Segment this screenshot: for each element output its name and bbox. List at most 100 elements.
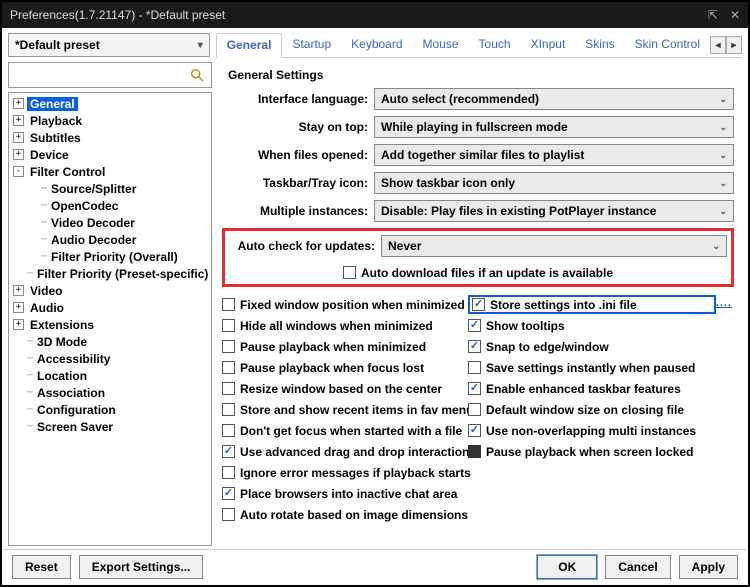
checkbox-pause-playback-when-minimized[interactable]: Pause playback when minimized xyxy=(222,337,462,356)
tree-toggle-icon[interactable]: + xyxy=(13,285,24,296)
tree-label: Location xyxy=(34,369,90,383)
label-stay-on-top: Stay on top: xyxy=(222,120,374,134)
tab-touch[interactable]: Touch xyxy=(469,33,521,56)
checkbox-box xyxy=(222,340,235,353)
tree-item-playback[interactable]: +Playback xyxy=(9,112,211,129)
tree-item-accessibility[interactable]: ⋯Accessibility xyxy=(9,350,211,367)
ok-button[interactable]: OK xyxy=(537,555,597,579)
tree-item-opencodec[interactable]: ⋯OpenCodec xyxy=(9,197,211,214)
combo-auto-check[interactable]: Never⌄ xyxy=(381,235,727,257)
tab-mouse[interactable]: Mouse xyxy=(413,33,469,56)
checkbox-fixed-window-position-when-minimized[interactable]: Fixed window position when minimized xyxy=(222,295,462,314)
checkbox-ignore-error-messages-if-playback-starts[interactable]: Ignore error messages if playback starts xyxy=(222,463,462,482)
checkbox-enable-enhanced-taskbar-features[interactable]: Enable enhanced taskbar features xyxy=(468,379,716,398)
tree-item-extensions[interactable]: +Extensions xyxy=(9,316,211,333)
checkbox-store-and-show-recent-items-in-fav-menu[interactable]: Store and show recent items in fav menu xyxy=(222,400,462,419)
combo-multiple-instances[interactable]: Disable: Play files in existing PotPlaye… xyxy=(374,200,734,222)
cancel-button[interactable]: Cancel xyxy=(605,555,670,579)
checkbox-store-settings-into-ini-file[interactable]: Store settings into .ini file xyxy=(468,295,716,314)
combo-interface-language[interactable]: Auto select (recommended)⌄ xyxy=(374,88,734,110)
checkbox-box xyxy=(472,298,485,311)
tab-skins[interactable]: Skins xyxy=(575,33,624,56)
tree-item-filter-priority-overall-[interactable]: ⋯Filter Priority (Overall) xyxy=(9,248,211,265)
tab-bar: GeneralStartupKeyboardMouseTouchXInputSk… xyxy=(216,32,742,58)
tree-item-configuration[interactable]: ⋯Configuration xyxy=(9,401,211,418)
checkbox-place-browsers-into-inactive-chat-area[interactable]: Place browsers into inactive chat area xyxy=(222,484,462,503)
tree-toggle-icon[interactable]: + xyxy=(13,98,24,109)
tree-toggle-icon[interactable]: - xyxy=(13,166,24,177)
tabs-scroll-left[interactable]: ◄ xyxy=(710,36,726,54)
export-settings-button[interactable]: Export Settings... xyxy=(79,555,204,579)
checkbox-label: Enable enhanced taskbar features xyxy=(486,382,681,396)
combo-taskbar-icon[interactable]: Show taskbar icon only⌄ xyxy=(374,172,734,194)
tree-label: Configuration xyxy=(34,403,119,417)
search-input[interactable] xyxy=(8,62,212,88)
tree-item-association[interactable]: ⋯Association xyxy=(9,384,211,401)
tree-label: Filter Priority (Overall) xyxy=(48,250,181,264)
tab-xinput[interactable]: XInput xyxy=(521,33,576,56)
tree-item-video[interactable]: +Video xyxy=(9,282,211,299)
tab-skin-control[interactable]: Skin Control xyxy=(625,33,710,56)
tree-item-source-splitter[interactable]: ⋯Source/Splitter xyxy=(9,180,211,197)
checkbox-snap-to-edge-window[interactable]: Snap to edge/window xyxy=(468,337,716,356)
checkbox-auto-download[interactable]: Auto download files if an update is avai… xyxy=(343,263,613,282)
tree-item-subtitles[interactable]: +Subtitles xyxy=(9,129,211,146)
checkbox-pause-playback-when-screen-locked[interactable]: Pause playback when screen locked xyxy=(468,442,716,461)
checkbox-box xyxy=(222,445,235,458)
titlebar: Preferences(1.7.21147) - *Default preset… xyxy=(2,2,748,28)
apply-button[interactable]: Apply xyxy=(679,555,738,579)
checkbox-column-left: Fixed window position when minimized Hide… xyxy=(222,295,462,524)
tree-item-video-decoder[interactable]: ⋯Video Decoder xyxy=(9,214,211,231)
combo-when-files-opened[interactable]: Add together similar files to playlist⌄ xyxy=(374,144,734,166)
checkbox-label: Use non-overlapping multi instances xyxy=(486,424,696,438)
tab-general[interactable]: General xyxy=(216,33,283,58)
tree-toggle-icon[interactable]: + xyxy=(13,319,24,330)
tree-item-screen-saver[interactable]: ⋯Screen Saver xyxy=(9,418,211,435)
tree-toggle-icon[interactable]: + xyxy=(13,132,24,143)
tree-item-audio[interactable]: +Audio xyxy=(9,299,211,316)
tree-item-filter-control[interactable]: -Filter Control xyxy=(9,163,211,180)
close-icon[interactable]: ✕ xyxy=(730,8,740,22)
checkbox-label: Use advanced drag and drop interaction xyxy=(240,445,469,459)
tabs-scroll-right[interactable]: ► xyxy=(726,36,742,54)
checkbox-hide-all-windows-when-minimized[interactable]: Hide all windows when minimized xyxy=(222,316,462,335)
checkbox-box xyxy=(468,319,481,332)
checkbox-label: Pause playback when minimized xyxy=(240,340,426,354)
tab-startup[interactable]: Startup xyxy=(282,33,341,56)
checkbox-label: Fixed window position when minimized xyxy=(240,298,465,312)
tree-label: Playback xyxy=(27,114,85,128)
checkbox-show-tooltips[interactable]: Show tooltips xyxy=(468,316,716,335)
tab-keyboard[interactable]: Keyboard xyxy=(341,33,412,56)
section-title: General Settings xyxy=(228,68,734,82)
tree-label: Extensions xyxy=(27,318,97,332)
tree-item-device[interactable]: +Device xyxy=(9,146,211,163)
tree-toggle-icon[interactable]: + xyxy=(13,302,24,313)
label-multiple-instances: Multiple instances: xyxy=(222,204,374,218)
preset-combo[interactable]: *Default preset ▾ xyxy=(8,33,210,57)
checkbox-default-window-size-on-closing-file[interactable]: Default window size on closing file xyxy=(468,400,716,419)
tree-item-filter-priority-preset-specific-[interactable]: ⋯Filter Priority (Preset-specific) xyxy=(9,265,211,282)
checkbox-don-t-get-focus-when-started-with-a-file[interactable]: Don't get focus when started with a file xyxy=(222,421,462,440)
pin-icon[interactable]: ⇱ xyxy=(708,8,718,22)
tree-toggle-icon[interactable]: + xyxy=(13,115,24,126)
tree-item-3d-mode[interactable]: ⋯3D Mode xyxy=(9,333,211,350)
tree-item-location[interactable]: ⋯Location xyxy=(9,367,211,384)
checkbox-pause-playback-when-focus-lost[interactable]: Pause playback when focus lost xyxy=(222,358,462,377)
checkbox-auto-rotate-based-on-image-dimensions[interactable]: Auto rotate based on image dimensions xyxy=(222,505,462,524)
tree-item-audio-decoder[interactable]: ⋯Audio Decoder xyxy=(9,231,211,248)
checkbox-box xyxy=(222,298,235,311)
combo-stay-on-top[interactable]: While playing in fullscreen mode⌄ xyxy=(374,116,734,138)
reset-button[interactable]: Reset xyxy=(12,555,71,579)
tree-item-general[interactable]: +General xyxy=(9,95,211,112)
checkbox-box xyxy=(468,382,481,395)
chevron-down-icon: ⌄ xyxy=(719,178,727,189)
checkbox-use-advanced-drag-and-drop-interaction[interactable]: Use advanced drag and drop interaction xyxy=(222,442,462,461)
category-tree[interactable]: +General+Playback+Subtitles+Device-Filte… xyxy=(8,92,212,546)
checkbox-save-settings-instantly-when-paused[interactable]: Save settings instantly when paused xyxy=(468,358,716,377)
ini-more-link[interactable]: .... xyxy=(716,297,732,309)
tree-label: Accessibility xyxy=(34,352,113,366)
tree-label: Subtitles xyxy=(27,131,84,145)
tree-toggle-icon[interactable]: + xyxy=(13,149,24,160)
checkbox-use-non-overlapping-multi-instances[interactable]: Use non-overlapping multi instances xyxy=(468,421,716,440)
checkbox-resize-window-based-on-the-center[interactable]: Resize window based on the center xyxy=(222,379,462,398)
